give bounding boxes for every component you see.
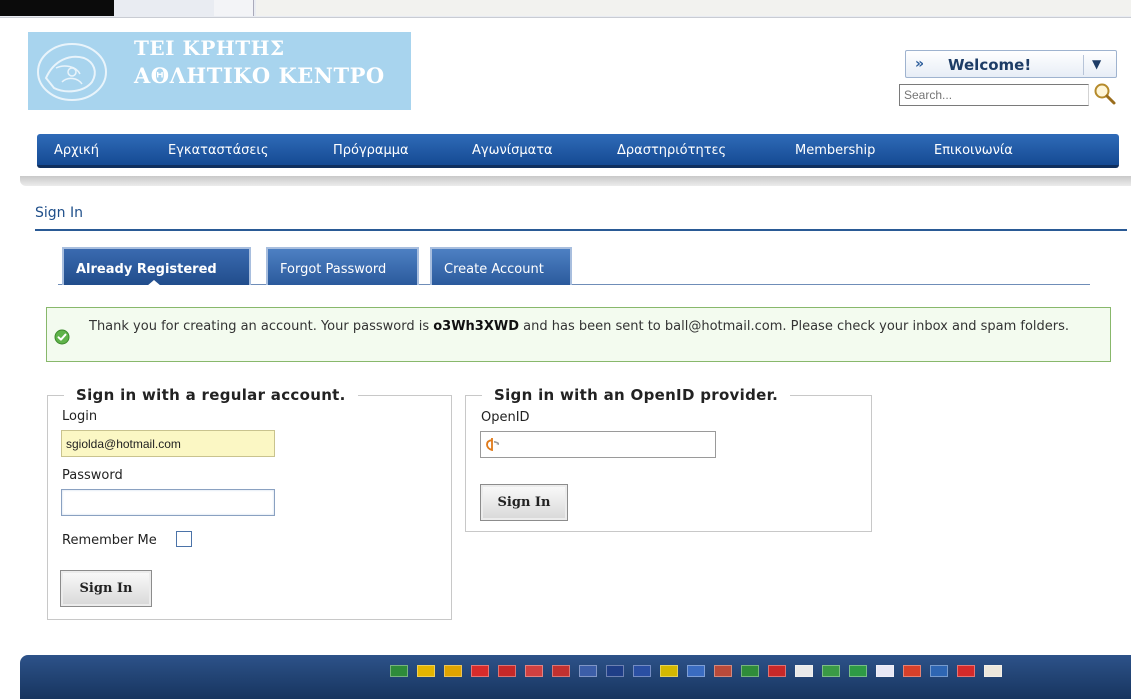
openid-signin-legend: Sign in with an OpenID provider.: [494, 386, 779, 404]
greece-flag-icon[interactable]: [687, 665, 705, 677]
welcome-divider: [1083, 55, 1084, 75]
openid-field[interactable]: [480, 431, 716, 458]
netherlands-flag-icon[interactable]: [552, 665, 570, 677]
nav-item-activities[interactable]: Δραστηριότητες: [617, 143, 726, 158]
title-divider: [35, 229, 1127, 231]
korea-flag-icon[interactable]: [795, 665, 813, 677]
logo-title: ΤΕΙ ΚΡΗΤΗΣ: [134, 36, 285, 60]
sweden-flag-icon[interactable]: [930, 665, 948, 677]
logo-emblem-icon: [37, 43, 107, 101]
double-chevron-right-icon: »: [915, 56, 925, 72]
germany-alt-flag-icon[interactable]: [444, 665, 462, 677]
belgium-flag-icon[interactable]: [417, 665, 435, 677]
password-label: Password: [62, 468, 123, 483]
vietnam-flag-icon[interactable]: [984, 665, 1002, 677]
italy-flag-icon[interactable]: [741, 665, 759, 677]
message-prefix: Thank you for creating an account. Your …: [89, 319, 434, 334]
nav-item-facilities[interactable]: Εγκαταστάσεις: [168, 143, 268, 158]
tab-forgot-password[interactable]: Forgot Password: [266, 247, 419, 285]
search-input[interactable]: [899, 84, 1089, 106]
remember-me-label: Remember Me: [62, 533, 157, 548]
tab-create-account[interactable]: Create Account: [430, 247, 572, 285]
logo-subtitle: ΑΘΛΗΤΙΚΟ ΚΕΝΤΡΟ: [134, 63, 385, 88]
browser-address-area: [256, 0, 1131, 16]
generated-password: o3Wh3XWD: [433, 319, 520, 334]
usa-flag-icon[interactable]: [579, 665, 597, 677]
nav-item-sports[interactable]: Αγωνίσματα: [472, 143, 553, 158]
message-suffix: and has been sent to ball@hotmail.com. P…: [519, 319, 1070, 334]
browser-tab[interactable]: [214, 0, 254, 16]
openid-sign-in-button[interactable]: Sign In: [480, 484, 568, 521]
caret-down-icon[interactable]: ▼: [1092, 57, 1101, 71]
spain-flag-icon[interactable]: [903, 665, 921, 677]
site-logo[interactable]: ΤΕΙ ΚΡΗΤΗΣ ΑΘΛΗΤΙΚΟ ΚΕΝΤΡΟ: [28, 32, 411, 110]
page-title: Sign In: [35, 205, 83, 221]
search-icon[interactable]: [1092, 82, 1118, 106]
hungary-flag-icon[interactable]: [714, 665, 732, 677]
success-message: Thank you for creating an account. Your …: [46, 307, 1111, 362]
japan-flag-icon[interactable]: [768, 665, 786, 677]
nav-item-contact[interactable]: Επικοινωνία: [934, 143, 1013, 158]
active-tab-indicator: [147, 280, 161, 286]
france-flag-icon[interactable]: [633, 665, 651, 677]
success-text: Thank you for creating an account. Your …: [89, 317, 1099, 337]
czech-flag-icon[interactable]: [525, 665, 543, 677]
main-navigation: Αρχική Εγκαταστάσεις Πρόγραμμα Αγωνίσματ…: [37, 134, 1119, 168]
header-shadow: [20, 176, 1131, 186]
password-field[interactable]: [61, 489, 275, 516]
china-flag-icon[interactable]: [471, 665, 489, 677]
login-label: Login: [62, 409, 98, 424]
language-flags: [390, 665, 1002, 679]
browser-dark-region: [0, 0, 114, 16]
uk-flag-icon[interactable]: [606, 665, 624, 677]
welcome-label: Welcome!: [948, 56, 1032, 74]
brazil-flag-icon[interactable]: [849, 665, 867, 677]
sign-in-button[interactable]: Sign In: [60, 570, 152, 607]
saudi-arabia-flag-icon[interactable]: [390, 665, 408, 677]
welcome-menu[interactable]: » Welcome! ▼: [905, 50, 1117, 78]
russia-flag-icon[interactable]: [876, 665, 894, 677]
browser-top-strip: [0, 0, 1131, 18]
regular-signin-legend: Sign in with a regular account.: [76, 386, 346, 404]
openid-label: OpenID: [481, 410, 530, 425]
iran-flag-icon[interactable]: [822, 665, 840, 677]
login-field[interactable]: [61, 430, 275, 457]
nav-item-home[interactable]: Αρχική: [54, 143, 99, 158]
germany-flag-icon[interactable]: [660, 665, 678, 677]
turkey-flag-icon[interactable]: [957, 665, 975, 677]
nav-item-membership[interactable]: Membership: [795, 143, 875, 158]
remember-me-checkbox[interactable]: [176, 531, 192, 547]
nav-item-schedule[interactable]: Πρόγραμμα: [333, 143, 409, 158]
openid-logo-icon: [486, 438, 499, 451]
success-check-icon: [54, 329, 70, 345]
taiwan-flag-icon[interactable]: [498, 665, 516, 677]
